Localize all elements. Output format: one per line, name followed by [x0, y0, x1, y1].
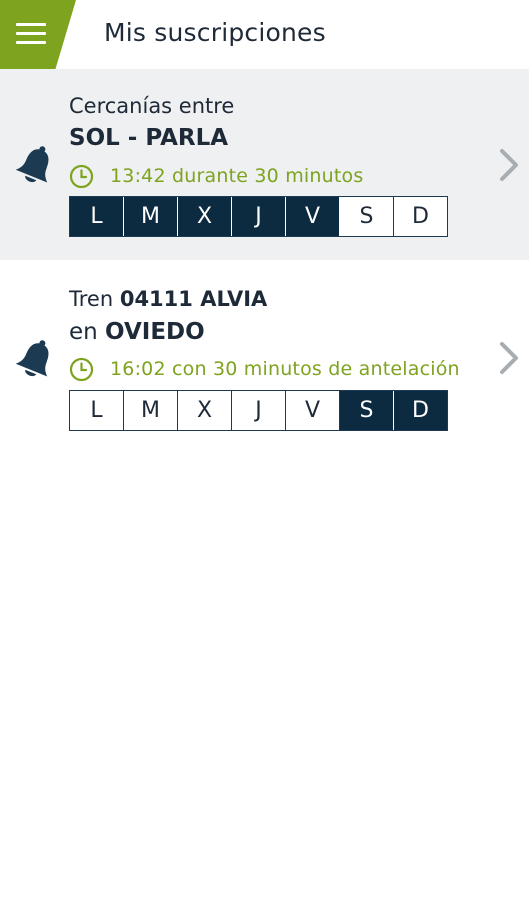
subscription-route: SOL - PARLA — [69, 125, 229, 151]
day-toggle-d[interactable]: D — [394, 391, 447, 430]
day-toggle-l[interactable]: L — [70, 197, 124, 236]
subscription-item[interactable]: Cercanías entre SOL - PARLA 13:42 durant… — [0, 69, 529, 260]
chevron-right-icon[interactable] — [496, 147, 522, 183]
day-toggle-l[interactable]: L — [70, 391, 124, 430]
chevron-right-icon[interactable] — [496, 340, 522, 376]
day-toggle-m[interactable]: M — [124, 391, 178, 430]
weekday-selector: L M X J V S D — [69, 390, 448, 431]
day-toggle-x[interactable]: X — [178, 391, 232, 430]
day-toggle-s[interactable]: S — [340, 391, 394, 430]
day-toggle-d[interactable]: D — [394, 197, 447, 236]
bell-icon — [15, 146, 49, 183]
station-label: en OVIEDO — [69, 319, 205, 345]
day-toggle-v[interactable]: V — [286, 391, 340, 430]
app: Mis suscripciones Cercanías entre SOL - … — [0, 0, 529, 900]
bell-icon — [15, 340, 49, 377]
menu-button[interactable] — [0, 0, 76, 69]
time-row: 16:02 con 30 minutos de antelación — [69, 356, 460, 382]
clock-icon — [69, 164, 94, 188]
time-row: 13:42 durante 30 minutos — [69, 163, 363, 189]
clock-icon — [69, 357, 94, 381]
day-toggle-v[interactable]: V — [286, 197, 340, 236]
day-toggle-m[interactable]: M — [124, 197, 178, 236]
day-toggle-j[interactable]: J — [232, 197, 286, 236]
day-toggle-s[interactable]: S — [340, 197, 394, 236]
subscription-item[interactable]: Tren 04111 ALVIA en OVIEDO 16:02 con 30 … — [0, 262, 529, 452]
day-toggle-x[interactable]: X — [178, 197, 232, 236]
time-text: 16:02 con 30 minutos de antelación — [110, 358, 460, 380]
app-header: Mis suscripciones — [0, 0, 529, 69]
day-toggle-j[interactable]: J — [232, 391, 286, 430]
time-text: 13:42 durante 30 minutos — [110, 165, 364, 187]
hamburger-menu-icon[interactable] — [16, 23, 46, 45]
subscription-type-label: Cercanías entre — [69, 94, 235, 118]
weekday-selector: L M X J V S D — [69, 196, 448, 237]
page-title: Mis suscripciones — [104, 18, 326, 47]
train-number-label: Tren 04111 ALVIA — [69, 287, 268, 311]
